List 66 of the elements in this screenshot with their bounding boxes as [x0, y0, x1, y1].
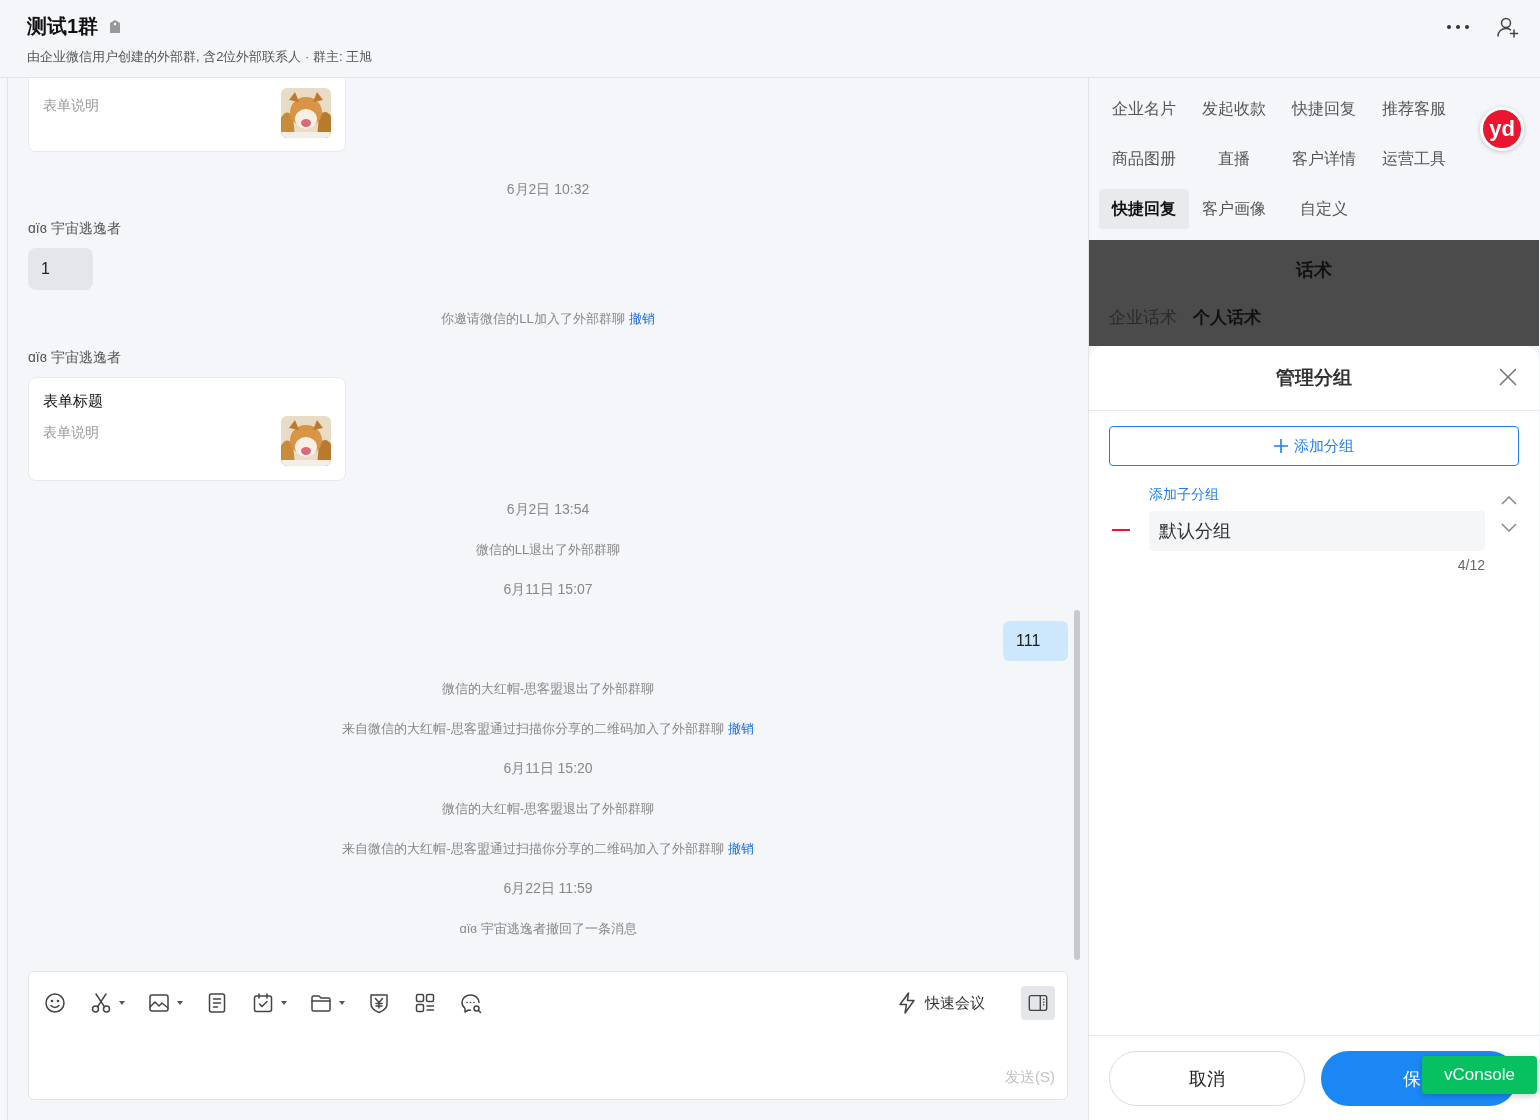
system-message: 来自微信的大红帽-思客盟通过扫描你分享的二维码加入了外部群聊: [342, 720, 724, 738]
caret-icon[interactable]: [339, 1001, 345, 1005]
caret-icon[interactable]: [177, 1001, 183, 1005]
tool-tab[interactable]: 自定义: [1279, 189, 1369, 229]
sender-name: ɑïɞ 宇宙逃逸者: [28, 220, 121, 238]
tool-tab[interactable]: 直播: [1189, 139, 1279, 179]
card-description: 表单说明: [43, 424, 99, 440]
undo-link[interactable]: 撤销: [727, 840, 754, 858]
chat-subtitle: 由企业微信用户创建的外部群, 含2位外部联系人 · 群主: 王旭: [27, 48, 373, 66]
character-counter: 4/12: [1457, 557, 1485, 573]
caret-icon[interactable]: [119, 1001, 125, 1005]
timestamp: 6月2日 13:54: [506, 501, 590, 519]
form-card[interactable]: 表单标题 表单说明: [28, 377, 346, 481]
dialog-title: 管理分组: [1276, 366, 1352, 390]
tool-tab[interactable]: 客户详情: [1279, 139, 1369, 179]
add-subgroup-link[interactable]: 添加子分组: [1149, 486, 1219, 504]
undo-link[interactable]: 撤销: [727, 720, 754, 738]
tool-tab[interactable]: 推荐客服: [1369, 89, 1459, 129]
message-bubble: 1: [28, 248, 93, 290]
message-bubble: 111: [1003, 621, 1068, 661]
image-icon[interactable]: [147, 991, 171, 1015]
tool-tab[interactable]: 快捷回复: [1279, 89, 1369, 129]
timestamp: 6月11日 15:20: [503, 760, 593, 778]
chevron-up-icon[interactable]: [1501, 496, 1517, 505]
system-message: 微信的大红帽-思客盟退出了外部群聊: [441, 800, 655, 818]
chevron-down-icon[interactable]: [1501, 523, 1517, 532]
panel-toggle-button[interactable]: [1021, 986, 1055, 1020]
tool-tab[interactable]: 运营工具: [1369, 139, 1459, 179]
timestamp: 6月2日 10:32: [506, 181, 590, 199]
add-person-icon[interactable]: [1496, 15, 1520, 39]
tool-tab[interactable]: 商品图册: [1099, 139, 1189, 179]
chat-title: 测试1群: [27, 14, 99, 39]
plus-icon: [1274, 439, 1288, 453]
sheet-title: 话术: [1294, 259, 1333, 282]
tool-tab[interactable]: 企业名片: [1099, 89, 1189, 129]
close-icon[interactable]: [1499, 368, 1517, 386]
tag-icon: [110, 20, 121, 33]
card-description: 表单说明: [43, 97, 99, 113]
emoji-icon[interactable]: [43, 991, 67, 1015]
system-message: 你邀请微信的LL加入了外部群聊: [441, 310, 625, 328]
card-title: 表单标题: [43, 392, 104, 411]
system-message: ɑïɞ 宇宙逃逸者撤回了一条消息: [459, 920, 637, 938]
group-name-field[interactable]: 默认分组: [1149, 511, 1485, 551]
timestamp: 6月11日 15:07: [503, 581, 593, 599]
calendar-check-icon[interactable]: [251, 991, 275, 1015]
caret-icon[interactable]: [281, 1001, 287, 1005]
chat-search-icon[interactable]: [459, 991, 483, 1015]
tool-tab[interactable]: 客户画像: [1189, 189, 1279, 229]
system-message: 来自微信的大红帽-思客盟通过扫描你分享的二维码加入了外部群聊: [342, 840, 724, 858]
add-group-button[interactable]: 添加分组: [1109, 426, 1519, 466]
tool-tab[interactable]: 快捷回复: [1099, 189, 1189, 229]
sender-name: ɑïɞ 宇宙逃逸者: [28, 349, 121, 367]
message-composer[interactable]: 快速会议 发送(S): [28, 971, 1068, 1100]
grid-icon[interactable]: [413, 991, 437, 1015]
app-badge[interactable]: yd: [1480, 107, 1524, 151]
scissors-icon[interactable]: [89, 991, 113, 1015]
tool-tab[interactable]: 发起收款: [1189, 89, 1279, 129]
yen-shield-icon[interactable]: [367, 991, 391, 1015]
cancel-button[interactable]: 取消: [1109, 1051, 1305, 1106]
undo-link[interactable]: 撤销: [628, 310, 655, 328]
scroll-bar[interactable]: [1074, 610, 1080, 960]
system-message: 微信的大红帽-思客盟退出了外部群聊: [441, 680, 655, 698]
timestamp: 6月22日 11:59: [503, 880, 593, 898]
sidebar-icon: [1027, 992, 1049, 1014]
system-message: 微信的LL退出了外部群聊: [475, 541, 621, 559]
quick-meeting-button[interactable]: 快速会议: [895, 991, 985, 1015]
